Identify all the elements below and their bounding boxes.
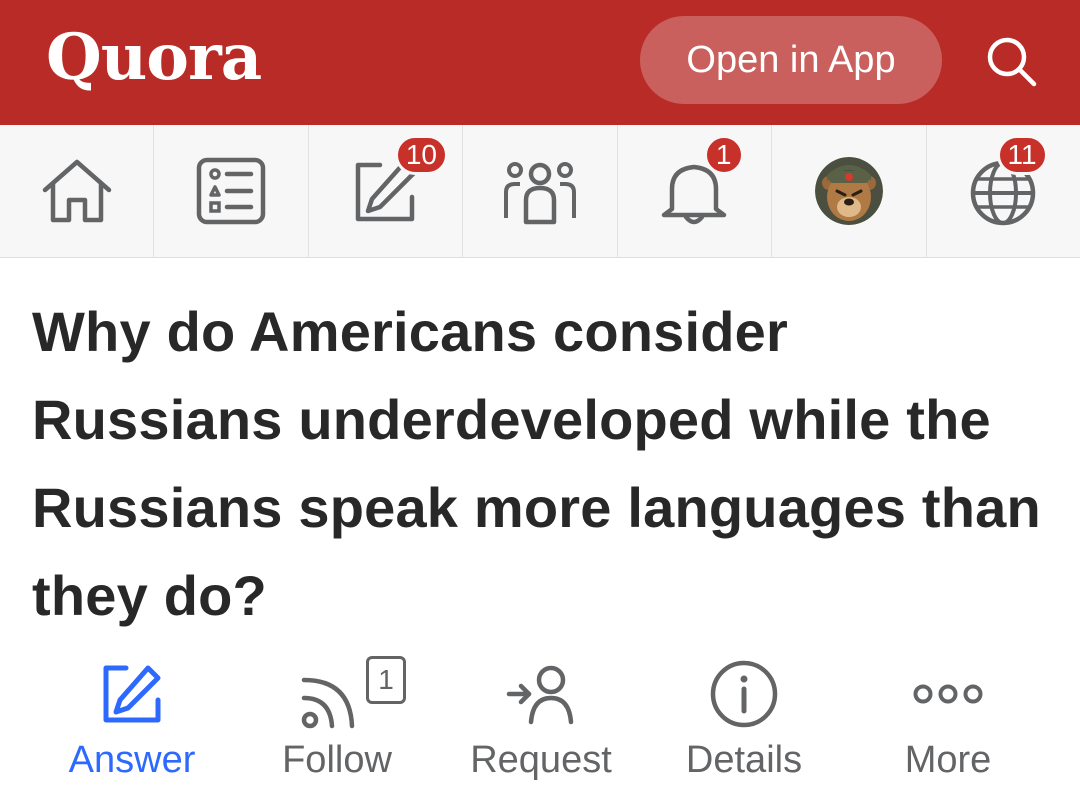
follow-count-badge: 1 xyxy=(366,656,406,704)
nav-spaces[interactable] xyxy=(463,125,618,257)
feed-list-icon xyxy=(196,157,266,225)
people-icon xyxy=(503,162,576,225)
top-header: Quora Open in App xyxy=(0,0,1080,125)
open-in-app-button[interactable]: Open in App xyxy=(640,16,942,104)
question-title[interactable]: Why do Americans consider Russians under… xyxy=(32,288,1052,640)
request-label: Request xyxy=(470,739,612,781)
avatar xyxy=(814,157,883,225)
request-button[interactable]: Request xyxy=(468,650,614,796)
details-button[interactable]: Details xyxy=(682,650,806,796)
more-label: More xyxy=(904,739,992,781)
nav-profile[interactable] xyxy=(772,125,927,257)
follow-button[interactable]: 1 Follow xyxy=(278,650,406,796)
home-icon xyxy=(42,159,111,223)
info-icon xyxy=(710,660,778,728)
more-button[interactable]: More xyxy=(900,650,996,796)
main-nav: 10 1 11 xyxy=(0,125,1080,258)
languages-badge: 11 xyxy=(996,135,1048,175)
request-person-icon xyxy=(506,665,574,725)
notifications-badge: 1 xyxy=(703,135,744,175)
question-actions: Answer 1 Follow Request Details More xyxy=(0,650,1080,796)
nav-answer[interactable]: 10 xyxy=(309,125,464,257)
quora-logo[interactable]: Quora xyxy=(46,18,262,98)
nav-following[interactable] xyxy=(154,125,309,257)
answer-label: Answer xyxy=(68,739,196,781)
nav-notifications[interactable]: 1 xyxy=(618,125,773,257)
pencil-icon xyxy=(103,665,161,723)
answer-button[interactable]: Answer xyxy=(66,650,198,796)
nav-home[interactable] xyxy=(0,125,155,257)
nav-languages[interactable]: 11 xyxy=(927,125,1080,257)
answer-notification-badge: 10 xyxy=(394,135,448,175)
search-icon xyxy=(987,37,1037,87)
details-label: Details xyxy=(685,739,803,781)
search-button[interactable] xyxy=(980,30,1042,92)
follow-label: Follow xyxy=(282,739,392,781)
rss-icon xyxy=(301,677,355,729)
more-dots-icon xyxy=(913,684,983,704)
